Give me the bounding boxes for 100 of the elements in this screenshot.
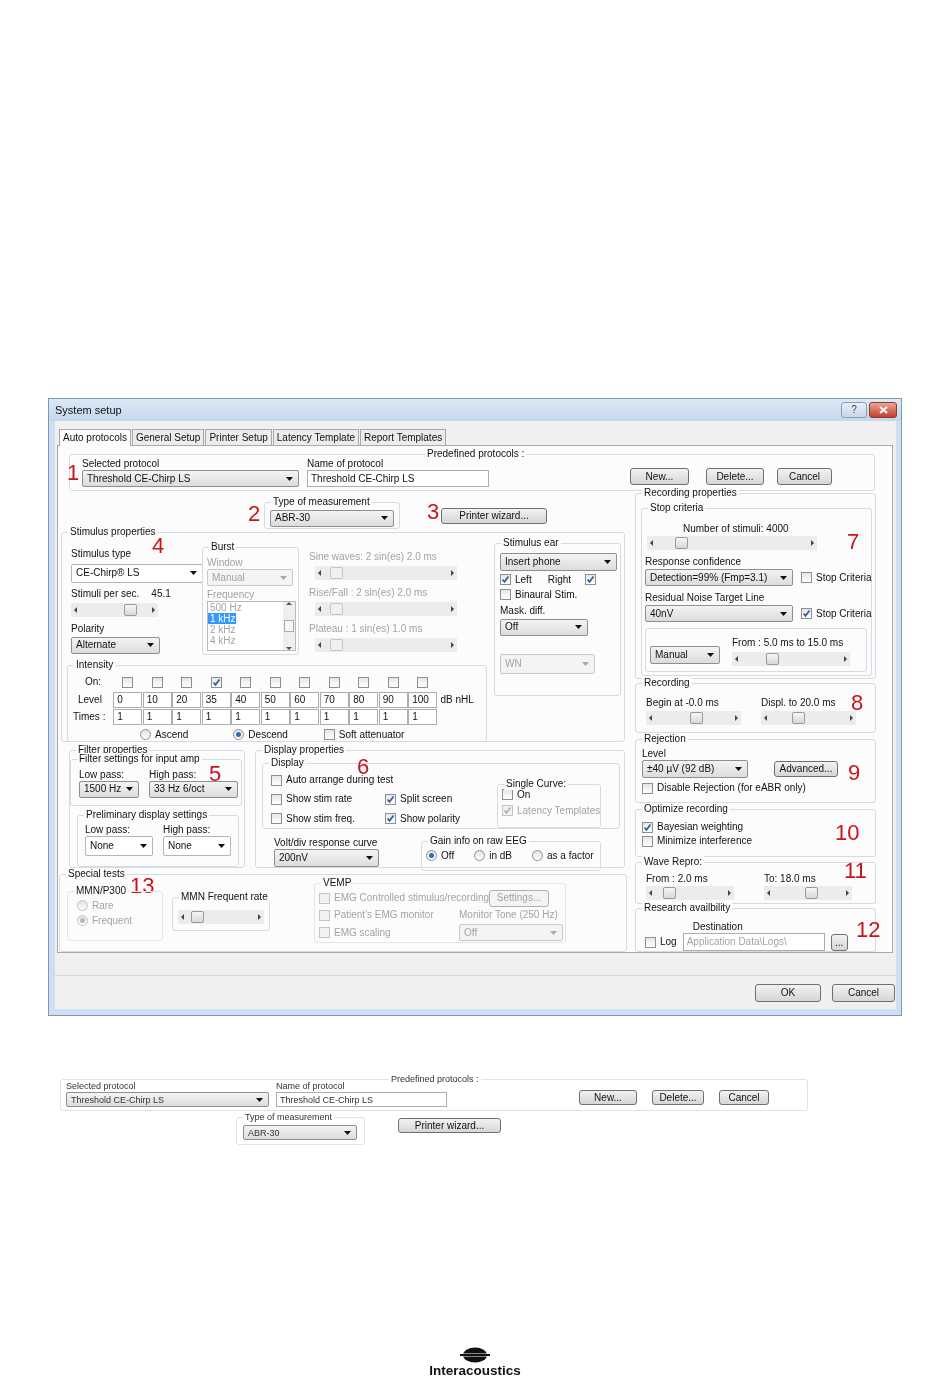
input-field[interactable]: 90 bbox=[378, 692, 408, 708]
tab[interactable]: Report Templates bbox=[360, 429, 447, 445]
checkbox[interactable] bbox=[642, 835, 653, 847]
radio-button[interactable] bbox=[474, 850, 486, 861]
slider-thumb[interactable] bbox=[791, 712, 805, 724]
input-field[interactable]: 1 bbox=[290, 709, 320, 725]
dropdown[interactable]: Threshold CE-Chirp LS bbox=[66, 1092, 269, 1107]
checkbox[interactable] bbox=[500, 589, 511, 600]
dropdown[interactable]: 33 Hz 6/oct bbox=[149, 780, 238, 798]
checkbox[interactable] bbox=[181, 676, 193, 688]
tab[interactable]: Latency Template bbox=[272, 429, 359, 445]
checkbox[interactable] bbox=[385, 813, 396, 825]
radio-button[interactable] bbox=[233, 729, 245, 740]
cancel-button[interactable]: Cancel bbox=[832, 983, 895, 1002]
radio-button[interactable] bbox=[426, 850, 437, 861]
checkbox[interactable] bbox=[323, 729, 335, 740]
browse-button[interactable]: ... bbox=[830, 934, 848, 951]
slider-thumb[interactable] bbox=[805, 887, 818, 899]
dropdown[interactable]: 1500 Hz bbox=[79, 780, 139, 798]
checkbox[interactable] bbox=[585, 574, 597, 585]
new-button[interactable]: New... bbox=[579, 1090, 637, 1105]
checkbox[interactable] bbox=[502, 789, 513, 800]
dropdown[interactable]: CE-Chirp® LS bbox=[71, 563, 203, 583]
dropdown[interactable]: Insert phone bbox=[500, 552, 617, 571]
checkbox[interactable] bbox=[299, 676, 311, 688]
checkbox[interactable] bbox=[801, 572, 812, 583]
advanced-button[interactable]: Advanced... bbox=[774, 761, 838, 777]
delete-button[interactable]: Delete... bbox=[652, 1090, 704, 1105]
radio-button[interactable] bbox=[531, 850, 543, 861]
printer-wizard-button[interactable]: Printer wizard... bbox=[398, 1118, 501, 1133]
checkbox[interactable] bbox=[271, 774, 282, 786]
checkbox[interactable] bbox=[210, 676, 222, 688]
checkbox[interactable] bbox=[385, 794, 396, 805]
input-field[interactable]: 1 bbox=[231, 709, 261, 725]
checkbox[interactable] bbox=[269, 676, 281, 688]
input-field[interactable]: 1 bbox=[142, 709, 172, 725]
close-button[interactable] bbox=[869, 402, 897, 418]
input-field[interactable]: 35 bbox=[201, 692, 231, 708]
checkbox[interactable] bbox=[358, 676, 370, 688]
input-field[interactable]: 20 bbox=[172, 692, 202, 708]
checkbox[interactable] bbox=[645, 936, 656, 948]
ok-button[interactable]: OK bbox=[755, 983, 821, 1002]
checkbox[interactable] bbox=[271, 813, 282, 825]
dropdown[interactable]: 40nV bbox=[645, 605, 793, 622]
dropdown[interactable]: ±40 µV (92 dB) bbox=[642, 760, 748, 778]
input-field[interactable]: Threshold CE-Chirp LS bbox=[276, 1092, 447, 1107]
checkbox[interactable] bbox=[122, 676, 134, 688]
slider-thumb[interactable] bbox=[765, 653, 779, 665]
input-field[interactable]: 1 bbox=[319, 709, 349, 725]
dropdown[interactable]: 200nV bbox=[274, 848, 379, 867]
checkbox[interactable] bbox=[417, 676, 429, 688]
checkbox[interactable] bbox=[642, 782, 653, 794]
input-field[interactable]: 1 bbox=[349, 709, 379, 725]
input-field[interactable]: 100 bbox=[408, 692, 438, 708]
checkbox[interactable] bbox=[642, 821, 653, 833]
checkbox[interactable] bbox=[801, 608, 812, 619]
checkbox[interactable] bbox=[271, 794, 282, 805]
dropdown[interactable]: Detection=99% (Fmp=3.1) bbox=[645, 569, 793, 586]
input-field[interactable]: 1 bbox=[378, 709, 408, 725]
input-field[interactable]: 1 bbox=[201, 709, 231, 725]
checkbox[interactable] bbox=[240, 676, 252, 688]
dropdown[interactable]: ABR-30 bbox=[243, 1125, 357, 1140]
input-field[interactable]: 0 bbox=[113, 692, 143, 708]
checkbox[interactable] bbox=[387, 676, 399, 688]
new-button[interactable]: New... bbox=[630, 468, 689, 485]
slider-thumb[interactable] bbox=[191, 910, 205, 923]
checkbox[interactable] bbox=[328, 676, 340, 688]
input-field[interactable]: 70 bbox=[319, 692, 349, 708]
dropdown[interactable]: Off bbox=[500, 618, 588, 636]
dropdown[interactable]: Threshold CE-Chirp LS bbox=[82, 470, 299, 487]
dropdown[interactable]: Alternate bbox=[71, 636, 160, 654]
cancel-button[interactable]: Cancel bbox=[719, 1090, 769, 1105]
dropdown[interactable]: ABR-30 bbox=[270, 509, 394, 527]
checkbox[interactable] bbox=[500, 574, 511, 585]
tab[interactable]: Auto protocols bbox=[59, 429, 131, 446]
slider-thumb[interactable] bbox=[663, 887, 677, 899]
tab[interactable]: Printer Setup bbox=[205, 429, 272, 445]
input-field[interactable]: 1 bbox=[172, 709, 202, 725]
dropdown[interactable]: None bbox=[163, 836, 231, 857]
input-field[interactable]: 10 bbox=[142, 692, 172, 708]
tab[interactable]: General Setup bbox=[131, 429, 205, 445]
slider-thumb[interactable] bbox=[689, 712, 703, 724]
input-field[interactable]: Threshold CE-Chirp LS bbox=[307, 470, 489, 487]
help-button[interactable]: ? bbox=[841, 402, 867, 418]
input-field[interactable]: 1 bbox=[260, 709, 290, 725]
dropdown[interactable]: Manual bbox=[650, 646, 720, 664]
input-field[interactable]: 40 bbox=[231, 692, 261, 708]
printer-wizard-button[interactable]: Printer wizard... bbox=[441, 507, 547, 524]
checkbox[interactable] bbox=[151, 676, 163, 688]
slider-thumb[interactable] bbox=[674, 537, 688, 549]
input-field[interactable]: 1 bbox=[408, 709, 438, 725]
input-field[interactable]: 50 bbox=[260, 692, 290, 708]
dropdown[interactable]: None bbox=[85, 836, 153, 857]
input-field[interactable]: 60 bbox=[290, 692, 320, 708]
radio-button[interactable] bbox=[140, 729, 151, 740]
input-field[interactable]: 80 bbox=[349, 692, 379, 708]
input-field[interactable]: 1 bbox=[113, 709, 143, 725]
delete-button[interactable]: Delete... bbox=[706, 468, 764, 485]
slider-thumb[interactable] bbox=[123, 603, 137, 616]
cancel-button[interactable]: Cancel bbox=[777, 468, 832, 485]
